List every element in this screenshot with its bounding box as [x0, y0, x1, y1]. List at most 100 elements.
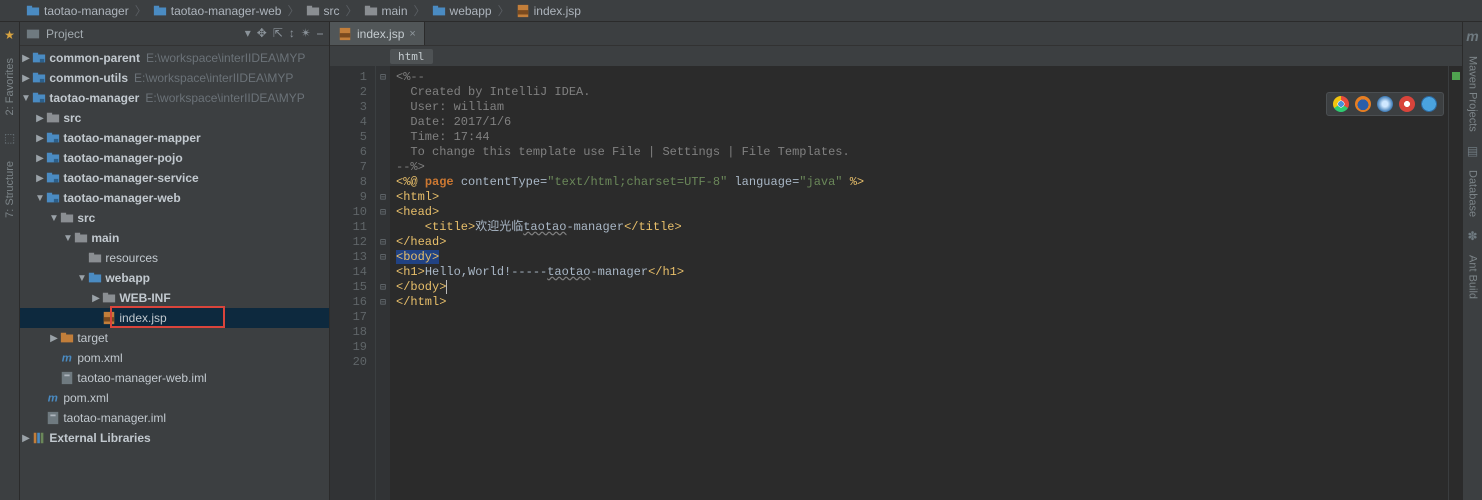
close-icon[interactable]: × — [409, 28, 415, 40]
expand-arrow-icon[interactable]: ▼ — [62, 233, 74, 244]
maven-m-icon: m — [1466, 28, 1478, 44]
iml-icon — [46, 411, 60, 425]
tree-node[interactable]: m pom.xml — [20, 388, 329, 408]
tree-node[interactable]: ▶ External Libraries — [20, 428, 329, 448]
module-icon — [46, 191, 60, 205]
fold-column[interactable]: ⊟ ⊟⊟ ⊟⊟ ⊟⊟ — [376, 66, 390, 500]
expand-arrow-icon[interactable] — [34, 393, 46, 404]
crumb-label: taotao-manager-web — [171, 4, 282, 18]
jsp-icon — [338, 27, 352, 41]
editor-tab-bar[interactable]: index.jsp × — [330, 22, 1462, 46]
browser-picker[interactable] — [1326, 92, 1444, 116]
collapse-icon[interactable]: ⇱ — [273, 26, 283, 41]
tree-label: common-utils — [46, 71, 128, 85]
tool-structure[interactable]: 7: Structure — [4, 155, 16, 224]
tool-ant[interactable]: Ant Build — [1467, 251, 1479, 303]
hide-icon[interactable]: ⎯ — [317, 26, 323, 41]
locate-icon[interactable]: ✥ — [257, 26, 267, 41]
tree-node[interactable]: taotao-manager-web.iml — [20, 368, 329, 388]
tree-label: pom.xml — [60, 391, 109, 405]
maven-icon: m — [60, 351, 74, 365]
tree-node[interactable]: m pom.xml — [20, 348, 329, 368]
project-panel: Project ▾ ✥ ⇱ ↕ ✴ ⎯ ▶ common-parentE:\wo… — [20, 22, 330, 500]
lib-icon — [32, 431, 46, 445]
tree-label: index.jsp — [116, 311, 167, 325]
expand-arrow-icon[interactable]: ▶ — [34, 153, 46, 164]
ie-icon[interactable] — [1421, 96, 1437, 112]
tree-node[interactable]: ▶ src — [20, 108, 329, 128]
gutter[interactable]: 1234567891011121314151617181920 — [330, 66, 376, 500]
svg-text:m: m — [48, 393, 58, 405]
jsp-icon — [102, 311, 116, 325]
expand-arrow-icon[interactable]: ▶ — [34, 113, 46, 124]
expand-arrow-icon[interactable]: ▼ — [76, 273, 88, 284]
tree-node[interactable]: ▼ main — [20, 228, 329, 248]
tree-label: taotao-manager.iml — [60, 411, 166, 425]
editor-area: index.jsp × html 12345678910111213141516… — [330, 22, 1462, 500]
tree-node[interactable]: ▶ taotao-manager-service — [20, 168, 329, 188]
expand-arrow-icon[interactable] — [48, 353, 60, 364]
expand-arrow-icon[interactable]: ▶ — [34, 133, 46, 144]
tree-node[interactable]: ▶ common-parentE:\workspace\interIIDEA\M… — [20, 48, 329, 68]
tool-database[interactable]: Database — [1467, 166, 1479, 221]
expand-arrow-icon[interactable]: ▶ — [20, 73, 32, 84]
context-badge[interactable]: html — [390, 49, 433, 64]
expand-arrow-icon[interactable]: ▶ — [20, 433, 32, 444]
tree-node[interactable]: taotao-manager.iml — [20, 408, 329, 428]
firefox-icon[interactable] — [1355, 96, 1371, 112]
crumb-label: main — [382, 4, 408, 18]
db-icon: ▤ — [1467, 144, 1478, 158]
crumb-5[interactable]: index.jsp — [512, 4, 585, 18]
tree-node[interactable]: ▶ taotao-manager-mapper — [20, 128, 329, 148]
expand-arrow-icon[interactable]: ▶ — [34, 173, 46, 184]
dropdown-icon[interactable]: ▾ — [245, 26, 251, 41]
tree-node[interactable]: ▶ taotao-manager-pojo — [20, 148, 329, 168]
folder-icon — [26, 4, 40, 18]
code-content[interactable]: <%-- Created by IntelliJ IDEA. User: wil… — [390, 66, 1448, 500]
expand-arrow-icon[interactable] — [34, 413, 46, 424]
expand-arrow-icon[interactable]: ▶ — [90, 293, 102, 304]
expand-arrow-icon[interactable]: ▼ — [20, 93, 32, 104]
crumb-3[interactable]: main — [360, 4, 412, 18]
crumb-2[interactable]: src — [302, 4, 344, 18]
crumb-0[interactable]: taotao-manager — [22, 4, 133, 18]
tool-maven[interactable]: Maven Projects — [1467, 52, 1479, 136]
crumb-1[interactable]: taotao-manager-web — [149, 4, 286, 18]
tree-label: pom.xml — [74, 351, 123, 365]
expand-arrow-icon[interactable] — [90, 313, 102, 324]
project-title: Project — [46, 27, 83, 41]
crumb-label: webapp — [450, 4, 492, 18]
safari-icon[interactable] — [1377, 96, 1393, 112]
expand-arrow-icon[interactable]: ▶ — [48, 333, 60, 344]
autoscroll-icon[interactable]: ↕ — [289, 26, 295, 41]
gear-icon[interactable]: ✴ — [301, 26, 311, 41]
module-icon — [46, 131, 60, 145]
editor-body[interactable]: 1234567891011121314151617181920 ⊟ ⊟⊟ ⊟⊟ … — [330, 66, 1462, 500]
opera-icon[interactable] — [1399, 96, 1415, 112]
tree-label: taotao-manager — [46, 91, 139, 105]
tree-node[interactable]: ▼ src — [20, 208, 329, 228]
expand-arrow-icon[interactable]: ▼ — [34, 193, 46, 204]
expand-arrow-icon[interactable]: ▶ — [20, 53, 32, 64]
crumb-4[interactable]: webapp — [428, 4, 496, 18]
editor-tab[interactable]: index.jsp × — [330, 22, 425, 45]
tree-node[interactable]: ▶ common-utilsE:\workspace\interIIDEA\MY… — [20, 68, 329, 88]
tree-label: taotao-manager-web.iml — [74, 371, 207, 385]
expand-arrow-icon[interactable]: ▼ — [48, 213, 60, 224]
project-tree[interactable]: ▶ common-parentE:\workspace\interIIDEA\M… — [20, 46, 329, 500]
expand-arrow-icon[interactable] — [76, 253, 88, 264]
tree-node[interactable]: ▶ target — [20, 328, 329, 348]
tree-node[interactable]: ▶ WEB-INF — [20, 288, 329, 308]
breadcrumb-nav[interactable]: taotao-manager〉 taotao-manager-web〉 src〉… — [0, 0, 1482, 22]
tree-node[interactable]: ▼ taotao-managerE:\workspace\interIIDEA\… — [20, 88, 329, 108]
tree-node[interactable]: index.jsp — [20, 308, 329, 328]
tree-label: taotao-manager-service — [60, 171, 199, 185]
tree-node[interactable]: resources — [20, 248, 329, 268]
tree-node[interactable]: ▼ taotao-manager-web — [20, 188, 329, 208]
project-header[interactable]: Project ▾ ✥ ⇱ ↕ ✴ ⎯ — [20, 22, 329, 46]
expand-arrow-icon[interactable] — [48, 373, 60, 384]
tree-node[interactable]: ▼ webapp — [20, 268, 329, 288]
chrome-icon[interactable] — [1333, 96, 1349, 112]
error-stripe[interactable] — [1448, 66, 1462, 500]
tool-favorites[interactable]: 2: Favorites — [4, 52, 16, 121]
